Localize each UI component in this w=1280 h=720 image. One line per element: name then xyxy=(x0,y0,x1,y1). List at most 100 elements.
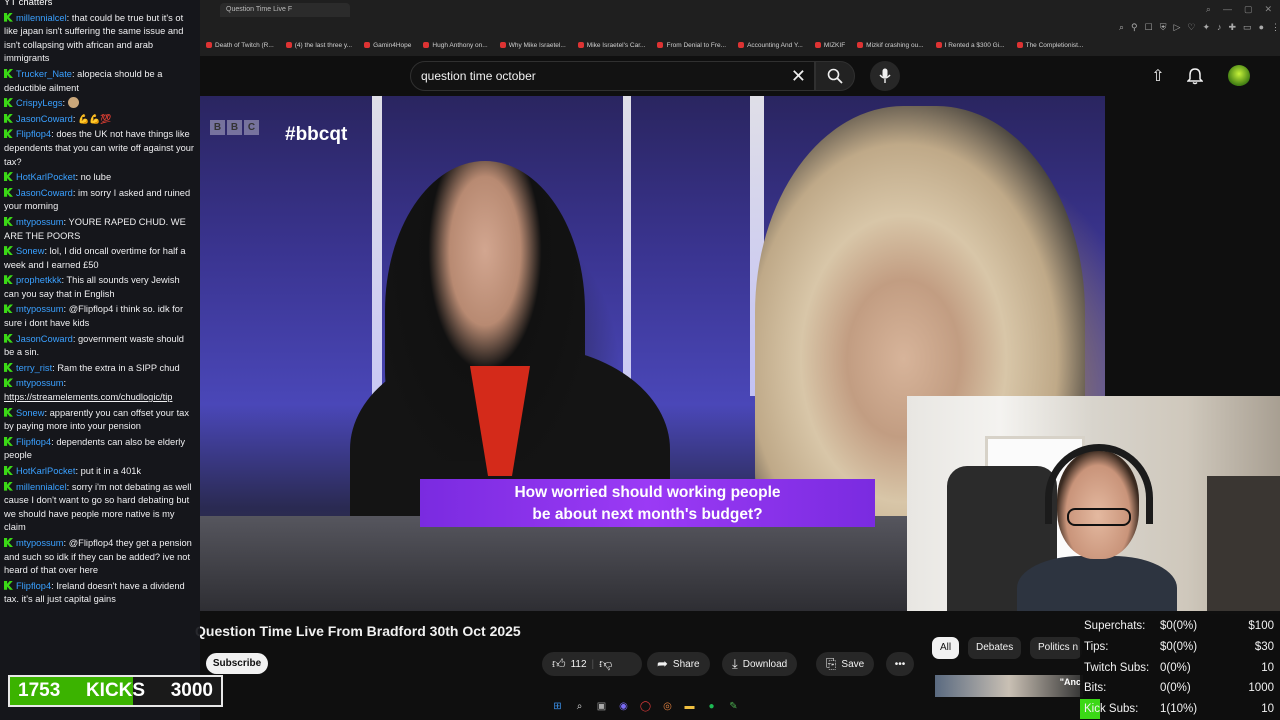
discord-icon[interactable]: ◉ xyxy=(616,699,631,714)
search-button[interactable] xyxy=(815,61,855,91)
chat-message: millennialcel: sorry i'm not debating as… xyxy=(4,481,192,533)
notifications-bell-icon[interactable] xyxy=(1185,66,1205,86)
bookmark-icon[interactable]: ☐ xyxy=(1145,22,1153,33)
profile-icon[interactable]: ● xyxy=(1259,22,1264,33)
extension-icon[interactable]: ✦ xyxy=(1202,22,1210,33)
bbc-letter: B xyxy=(227,120,242,135)
bbc-letter: C xyxy=(244,120,259,135)
chat-username[interactable]: mtypossum xyxy=(16,304,64,314)
chat-username[interactable]: Flipflop4 xyxy=(16,581,51,591)
chat-username[interactable]: millennialcel xyxy=(16,482,67,492)
close-window-icon[interactable]: ✕ xyxy=(1264,4,1272,15)
heart-icon[interactable]: ♡ xyxy=(1187,22,1195,33)
like-count[interactable]: 112 xyxy=(571,659,587,670)
chat-message: JasonCoward: im sorry I asked and ruined… xyxy=(4,187,191,212)
app-icon[interactable]: ✎ xyxy=(726,699,741,714)
chat-username[interactable]: Sonew xyxy=(16,408,44,418)
chat-username[interactable]: Flipflop4 xyxy=(16,437,51,447)
zoom-icon[interactable]: ⌕ xyxy=(1119,22,1124,33)
puzzle-icon[interactable]: ✚ xyxy=(1229,22,1237,33)
chat-username[interactable]: HotKarlPocket xyxy=(16,172,75,182)
bookmark-item[interactable]: Accounting And Y... xyxy=(732,38,809,52)
bookmark-item[interactable]: Hugh Anthony on... xyxy=(417,38,493,52)
panel-icon[interactable]: ▭ xyxy=(1243,22,1252,33)
save-button[interactable]: ⎘ Save xyxy=(816,652,875,676)
chat-username[interactable]: Sonew xyxy=(16,246,44,256)
bookmark-item[interactable]: MIZKIF xyxy=(809,38,851,52)
opera-icon[interactable]: ◯ xyxy=(638,699,653,714)
goal-row: Superchats: $0(0%) $100 xyxy=(1080,616,1280,636)
chat-message: HotKarlPocket: put it in a 401k xyxy=(4,465,196,479)
bookmark-favicon-icon xyxy=(364,42,371,48)
account-avatar[interactable] xyxy=(1228,65,1250,87)
bookmark-item[interactable]: Gamin4Hope xyxy=(358,38,417,52)
chat-message: Sonew: lol, I did oncall overtime for ha… xyxy=(4,246,186,270)
chat-username[interactable]: millennialcel xyxy=(16,13,67,23)
kick-badge-icon xyxy=(4,187,13,197)
pin-icon[interactable]: ⚲ xyxy=(1131,22,1138,33)
chat-link[interactable]: https://streamelements.com/chudlogic/tip xyxy=(4,392,172,402)
tab-active[interactable]: Question Time Live F xyxy=(220,3,350,17)
chip-politics[interactable]: Politics n xyxy=(1030,637,1082,659)
chat-username[interactable]: terry_rist xyxy=(16,363,52,373)
kick-badge-icon xyxy=(4,275,13,285)
goal-value: 0(0%) xyxy=(1160,661,1191,674)
subscribe-button[interactable]: Subscribe xyxy=(206,653,268,674)
bookmark-favicon-icon xyxy=(935,42,942,48)
thumbs-down-icon[interactable]: 👎︎ xyxy=(599,656,612,672)
kick-badge-icon xyxy=(4,537,13,547)
search-icon[interactable]: ⌕ xyxy=(1206,4,1211,15)
chrome-icon[interactable]: ◎ xyxy=(660,699,675,714)
chip-all[interactable]: All xyxy=(932,637,960,659)
bookmark-item[interactable]: The Completionist... xyxy=(1011,38,1090,52)
kick-badge-icon xyxy=(4,378,13,388)
bookmark-item[interactable]: I Rented a $300 Gi... xyxy=(930,38,1011,52)
chat-overlay: YT chatters millennialcel: that could be… xyxy=(0,0,200,720)
related-video-thumbnail[interactable]: "Anc xyxy=(935,675,1083,697)
bookmark-item[interactable]: Mike Israetel's Car... xyxy=(572,38,652,52)
windows-start-icon[interactable]: ⊞ xyxy=(550,699,565,714)
bookmark-item[interactable]: From Denial to Fre... xyxy=(651,38,732,52)
goal-value: 1(10%) xyxy=(1160,703,1198,716)
chat-username[interactable]: HotKarlPocket xyxy=(16,466,75,476)
play-icon[interactable]: ▷ xyxy=(1173,22,1180,33)
chat-message: mtypossum: @Flipflop4 they get a pension… xyxy=(4,537,192,576)
bookmark-item[interactable]: Death of Twitch (R... xyxy=(200,38,280,52)
taskbar-search-icon[interactable]: ⌕ xyxy=(572,699,587,714)
chat-username[interactable]: JasonCoward xyxy=(16,334,73,344)
goal-row: Bits: 0(0%) 1000 xyxy=(1080,678,1280,698)
clear-search-icon[interactable]: ✕ xyxy=(791,66,806,86)
minimize-icon[interactable]: — xyxy=(1223,4,1232,15)
voice-search-button[interactable] xyxy=(870,61,900,91)
chat-username[interactable]: CrispyLegs xyxy=(16,98,63,108)
chat-messages: millennialcel: that could be true but it… xyxy=(4,12,196,607)
menu-icon[interactable]: ⋮ xyxy=(1271,22,1280,33)
file-explorer-icon[interactable]: ▬ xyxy=(682,699,697,714)
bookmark-favicon-icon xyxy=(499,42,506,48)
thumbs-up-icon[interactable]: 👍︎ xyxy=(552,656,566,672)
bookmark-item[interactable]: Mizkif crashing ou... xyxy=(851,38,929,52)
chat-username[interactable]: mtypossum xyxy=(16,378,64,388)
chat-username[interactable]: Flipflop4 xyxy=(16,129,51,139)
spotify-icon[interactable]: ● xyxy=(704,699,719,714)
chat-username[interactable]: mtypossum xyxy=(16,217,64,227)
bookmark-item[interactable]: (4) the last three y... xyxy=(280,38,358,52)
bookmark-item[interactable]: Why Mike Israetel... xyxy=(494,38,572,52)
chat-username[interactable]: mtypossum xyxy=(16,538,64,548)
maximize-icon[interactable]: ▢ xyxy=(1244,4,1253,15)
chat-username[interactable]: prophetkkk xyxy=(16,275,61,285)
bbc-letter: B xyxy=(210,120,225,135)
download-button[interactable]: ⤓ Download xyxy=(722,652,798,676)
search-input[interactable]: question time october ✕ xyxy=(410,61,815,91)
chat-username[interactable]: JasonCoward xyxy=(16,114,73,124)
bookmark-label: Mizkif crashing ou... xyxy=(866,41,924,49)
chat-username[interactable]: Trucker_Nate xyxy=(16,69,72,79)
shield-icon[interactable]: ⛨ xyxy=(1160,22,1167,33)
more-actions-button[interactable]: ••• xyxy=(886,652,914,676)
chip-debates[interactable]: Debates xyxy=(968,637,1022,659)
upload-icon[interactable]: ⇧ xyxy=(1148,66,1168,86)
chat-username[interactable]: JasonCoward xyxy=(16,188,73,198)
sound-icon[interactable]: ♪ xyxy=(1217,22,1222,33)
task-view-icon[interactable]: ▣ xyxy=(594,699,609,714)
share-button[interactable]: ➦ Share xyxy=(647,652,710,676)
